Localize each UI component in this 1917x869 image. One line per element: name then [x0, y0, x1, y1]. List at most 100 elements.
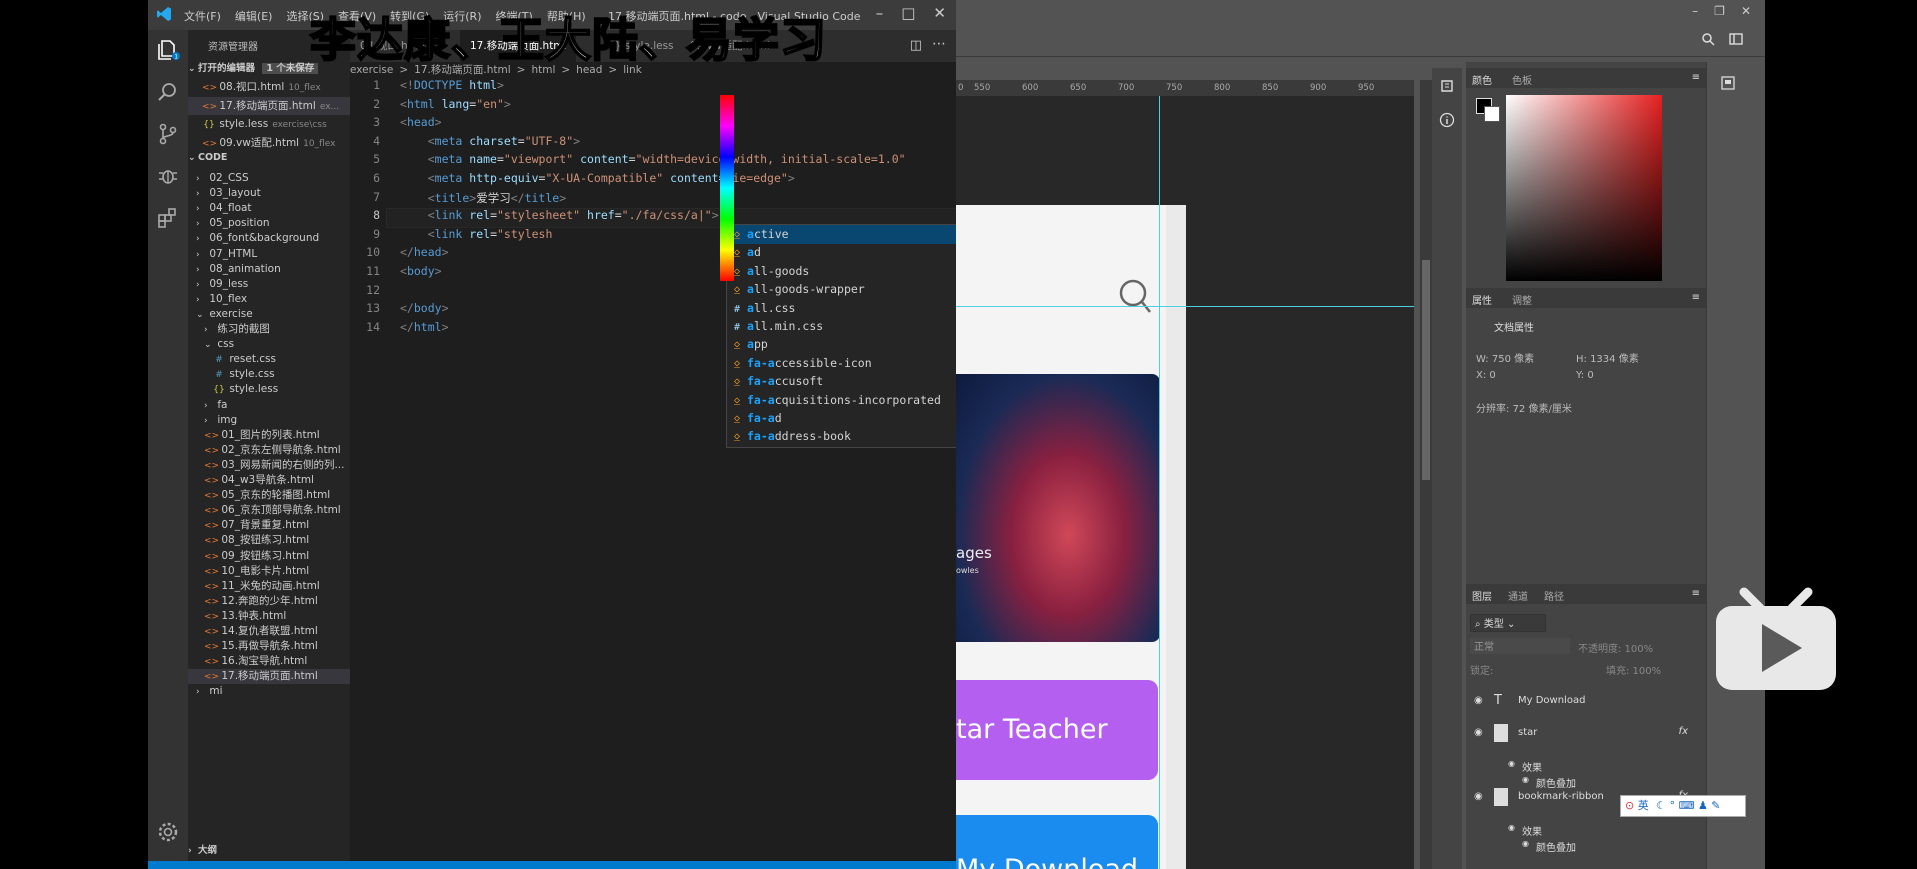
file-item[interactable]: <> 11_米兔的动画.html — [188, 579, 366, 594]
debug-icon[interactable] — [156, 164, 180, 188]
file-item[interactable]: <> 12.奔跑的少年.html — [188, 594, 366, 609]
folder-item[interactable]: ⌄ css — [188, 337, 366, 352]
code-line[interactable]: <!DOCTYPE html> — [400, 78, 504, 92]
panel-menu-icon[interactable]: ≡ — [1692, 292, 1700, 303]
ime-language[interactable]: 英 — [1638, 799, 1649, 812]
suggestion-item[interactable]: # all.css — [727, 299, 956, 318]
code-line[interactable]: <html lang="en"> — [400, 97, 511, 111]
code-line[interactable]: </body> — [400, 301, 449, 315]
extensions-icon[interactable] — [156, 206, 180, 230]
workspace-icon[interactable] — [1729, 32, 1745, 46]
minimize-icon[interactable]: – — [1692, 4, 1698, 18]
background-color-swatch[interactable] — [1484, 106, 1500, 122]
explorer-icon[interactable]: 1 — [156, 38, 180, 62]
restore-icon[interactable]: ❐ — [1714, 4, 1725, 18]
shape-layer[interactable]: ◉ star fx — [1466, 722, 1706, 744]
history-icon[interactable] — [1439, 78, 1455, 94]
folder-item[interactable]: › mi — [188, 684, 358, 699]
folder-item[interactable]: › 05_position — [188, 216, 358, 231]
file-item[interactable]: <> 02_京东左侧导航条.html — [188, 443, 366, 458]
layer-filter-select[interactable]: ⌕ 类型 ⌄ — [1470, 614, 1546, 632]
panel-menu-icon[interactable]: ≡ — [1692, 588, 1700, 599]
file-item[interactable]: <> 06_京东顶部导航条.html — [188, 503, 366, 518]
visibility-eye-icon[interactable]: ◉ — [1522, 839, 1529, 848]
visibility-eye-icon[interactable]: ◉ — [1508, 823, 1515, 832]
suggestion-item[interactable]: ⍚ fa-accusoft — [727, 372, 956, 391]
menu-item[interactable]: 文件(F) — [184, 8, 221, 24]
open-editor-item[interactable]: <> 17.移动端页面.html ex... — [188, 96, 364, 115]
file-item[interactable]: <> 04_w3导航条.html — [188, 473, 366, 488]
file-item[interactable]: # reset.css — [188, 352, 374, 367]
info-icon[interactable] — [1439, 112, 1455, 128]
file-item[interactable]: <> 08_按钮练习.html — [188, 533, 366, 548]
visibility-eye-icon[interactable]: ◉ — [1508, 759, 1515, 768]
suggestion-item[interactable]: ⍚ fa-acquisitions-incorporated — [727, 391, 956, 410]
layer-effect[interactable]: ◉ 颜色叠加 — [1466, 834, 1706, 856]
menu-item[interactable]: 编辑(E) — [235, 8, 273, 24]
hue-slider[interactable] — [720, 95, 734, 281]
file-item[interactable]: <> 14.复仇者联盟.html — [188, 624, 366, 639]
file-item[interactable]: <> 09_按钮练习.html — [188, 549, 366, 564]
file-item[interactable]: {} style.less — [188, 382, 374, 397]
open-editor-item[interactable]: <> 08.视口.html 10_flex — [188, 78, 364, 97]
visibility-eye-icon[interactable]: ◉ — [1474, 791, 1483, 802]
file-item[interactable]: <> 10_电影卡片.html — [188, 564, 366, 579]
suggestion-item[interactable]: # all.min.css — [727, 317, 956, 336]
close-icon[interactable]: ✕ — [1741, 4, 1751, 18]
libraries-icon[interactable] — [1721, 76, 1735, 90]
canvas-scrollbar-thumb[interactable] — [1422, 260, 1430, 480]
opacity-field[interactable]: 不透明度: 100% — [1578, 640, 1653, 655]
suggestion-item[interactable]: ⍚ fa-accessible-icon — [727, 354, 956, 373]
file-item[interactable]: <> 13.钟表.html — [188, 609, 366, 624]
folder-item[interactable]: › 03_layout — [188, 186, 358, 201]
file-item[interactable]: <> 16.淘宝导航.html — [188, 654, 366, 669]
folder-item[interactable]: › 08_animation — [188, 262, 358, 277]
folder-item[interactable]: › 09_less — [188, 277, 358, 292]
outline-header[interactable]: › 大纲 — [188, 842, 350, 858]
search-icon[interactable] — [156, 80, 180, 104]
fx-icon[interactable]: fx — [1679, 726, 1688, 737]
text-layer[interactable]: ◉ T My Download — [1466, 690, 1706, 712]
folder-item[interactable]: › 练习的截图 — [188, 322, 366, 337]
open-editor-item[interactable]: <> 09.vw适配.html 10_flex — [188, 134, 364, 153]
suggestion-item[interactable]: ⍚ all-goods — [727, 262, 956, 281]
code-line[interactable]: <meta charset="UTF-8"> — [400, 134, 580, 148]
file-item[interactable]: <> 17.移动端页面.html — [188, 669, 366, 685]
maximize-icon[interactable]: □ — [901, 4, 915, 22]
tab-adjustments[interactable]: 调整 — [1512, 292, 1532, 307]
ime-options-icon[interactable]: ☾ ° ⌨ ♟ ✎ — [1656, 799, 1720, 812]
tab-channels[interactable]: 通道 — [1508, 588, 1528, 603]
suggestion-item[interactable]: ⍚ fa-address-book — [727, 427, 956, 446]
file-item[interactable]: <> 05_京东的轮播图.html — [188, 488, 366, 503]
folder-item[interactable]: › 04_float — [188, 201, 358, 216]
color-picker-field[interactable] — [1506, 95, 1662, 281]
more-actions-icon[interactable]: ⋯ — [932, 36, 946, 52]
file-item[interactable]: <> 07_背景重复.html — [188, 518, 366, 533]
visibility-eye-icon[interactable]: ◉ — [1474, 695, 1483, 706]
search-icon[interactable] — [1701, 32, 1715, 46]
suggestion-item[interactable]: ⍚ fa-ad — [727, 409, 956, 428]
code-line[interactable]: <link rel="stylesheet" href="./fa/css/a|… — [400, 208, 719, 222]
folder-item[interactable]: › img — [188, 413, 366, 428]
tab-properties[interactable]: 属性 — [1472, 292, 1492, 307]
play-video-icon[interactable] — [1712, 584, 1840, 694]
open-editor-item[interactable]: {} style.less exercise\css — [188, 115, 364, 134]
source-control-icon[interactable] — [156, 122, 180, 146]
file-item[interactable]: # style.css — [188, 367, 374, 382]
tab-color[interactable]: 颜色 — [1472, 72, 1492, 87]
file-item[interactable]: <> 15.再做导航条.html — [188, 639, 366, 654]
workspace-header[interactable]: ⌄ CODE — [188, 152, 350, 168]
code-line[interactable]: <meta http-equiv="X-UA-Compatible" conte… — [400, 171, 795, 185]
minimize-icon[interactable]: – — [876, 4, 884, 22]
code-line[interactable]: <body> — [400, 264, 442, 278]
code-line[interactable]: <head> — [400, 115, 442, 129]
folder-item[interactable]: ⌄ exercise — [188, 307, 358, 322]
tab-swatches[interactable]: 色板 — [1512, 72, 1532, 87]
folder-item[interactable]: › 10_flex — [188, 292, 358, 307]
suggestion-item[interactable]: ⍚ all-goods-wrapper — [727, 280, 956, 299]
fill-field[interactable]: 填充: 100% — [1606, 662, 1661, 677]
file-item[interactable]: <> 01_图片的列表.html — [188, 428, 366, 443]
code-line[interactable]: <link rel="stylesh — [400, 227, 553, 241]
split-editor-icon[interactable]: ◫ — [910, 38, 922, 53]
suggestion-item[interactable]: ⍚activeindex.css — [727, 225, 956, 244]
